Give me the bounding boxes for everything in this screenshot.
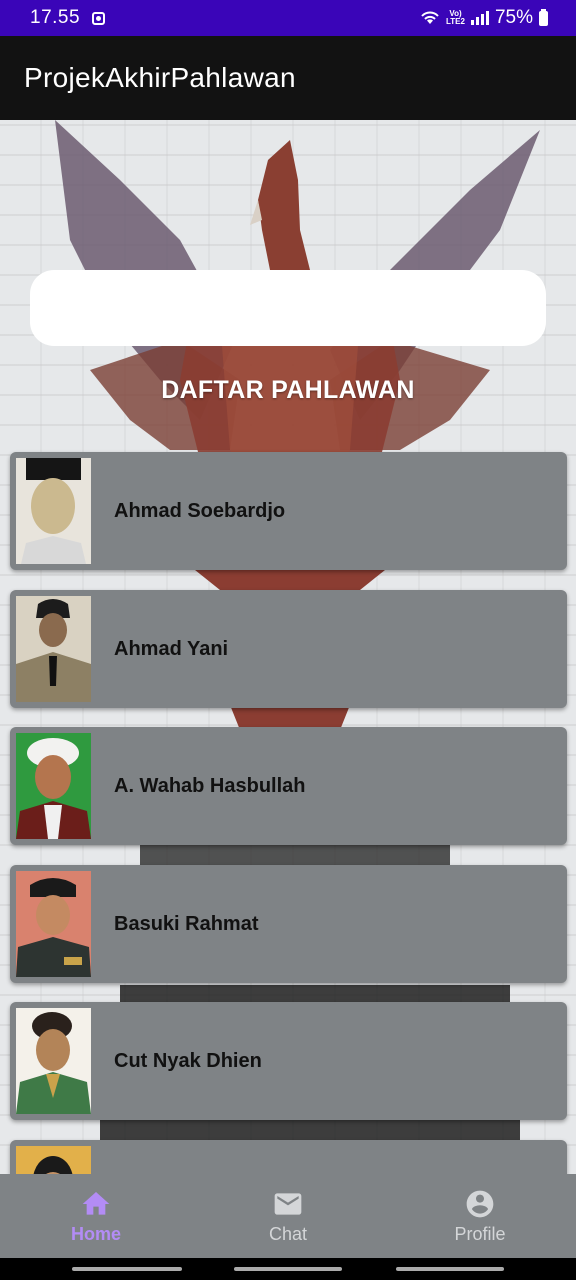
system-gesture-bar (0, 1258, 576, 1280)
hero-card[interactable]: Basuki Rahmat (10, 865, 567, 983)
nav-profile-label: Profile (454, 1223, 506, 1244)
gesture-pill (396, 1267, 504, 1271)
hero-name: Ahmad Yani (114, 637, 229, 660)
hero-card[interactable] (10, 1140, 567, 1174)
battery-icon (539, 8, 548, 26)
nav-chat[interactable]: Chat (192, 1174, 384, 1258)
nav-profile[interactable]: Profile (384, 1174, 576, 1258)
app-bar: ProjekAkhirPahlawan (0, 36, 576, 120)
account-circle-icon (466, 1190, 494, 1217)
gesture-pill (234, 1267, 342, 1271)
wifi-icon (421, 11, 439, 24)
status-bar: 17.55 Vo) LTE2 75% (0, 0, 576, 36)
hero-name: A. Wahab Hasbullah (114, 774, 306, 797)
hero-photo (16, 458, 91, 564)
notification-icon (92, 11, 106, 25)
mail-icon (274, 1192, 302, 1215)
hero-card[interactable]: Ahmad Yani (10, 590, 567, 708)
nav-home-label: Home (70, 1223, 121, 1244)
battery-percent: 75% (494, 7, 533, 28)
signal-icon (470, 11, 489, 25)
hero-name: Cut Nyak Dhien (114, 1049, 262, 1072)
hero-photo (16, 1008, 91, 1114)
app-title: ProjekAkhirPahlawan (24, 62, 296, 93)
status-time: 17.55 (30, 7, 81, 28)
hero-photo (16, 733, 91, 839)
list-title: DAFTAR PAHLAWAN (161, 376, 415, 404)
hero-photo (16, 596, 91, 702)
nav-chat-label: Chat (268, 1223, 308, 1244)
search-input[interactable] (30, 270, 546, 346)
hero-card[interactable]: Ahmad Soebardjo (10, 452, 567, 570)
lte-label: LTE2 (446, 17, 465, 26)
status-icons: Vo) LTE2 75% (420, 7, 548, 29)
hero-photo (16, 1146, 91, 1174)
hero-card[interactable]: A. Wahab Hasbullah (10, 727, 567, 845)
hero-card[interactable]: Cut Nyak Dhien (10, 1002, 567, 1120)
hero-photo (16, 871, 91, 977)
hero-name: Ahmad Soebardjo (114, 499, 286, 522)
main-content[interactable]: DAFTAR PAHLAWAN Ahmad Soebardjo Ahmad Ya… (0, 120, 576, 1174)
home-icon (82, 1191, 110, 1215)
network-type-label: Vo) LTE2 (446, 10, 465, 26)
gesture-pill (72, 1267, 182, 1271)
bottom-navigation: Home Chat Profile (0, 1174, 576, 1258)
hero-name: Basuki Rahmat (114, 912, 259, 935)
nav-home[interactable]: Home (0, 1174, 192, 1258)
